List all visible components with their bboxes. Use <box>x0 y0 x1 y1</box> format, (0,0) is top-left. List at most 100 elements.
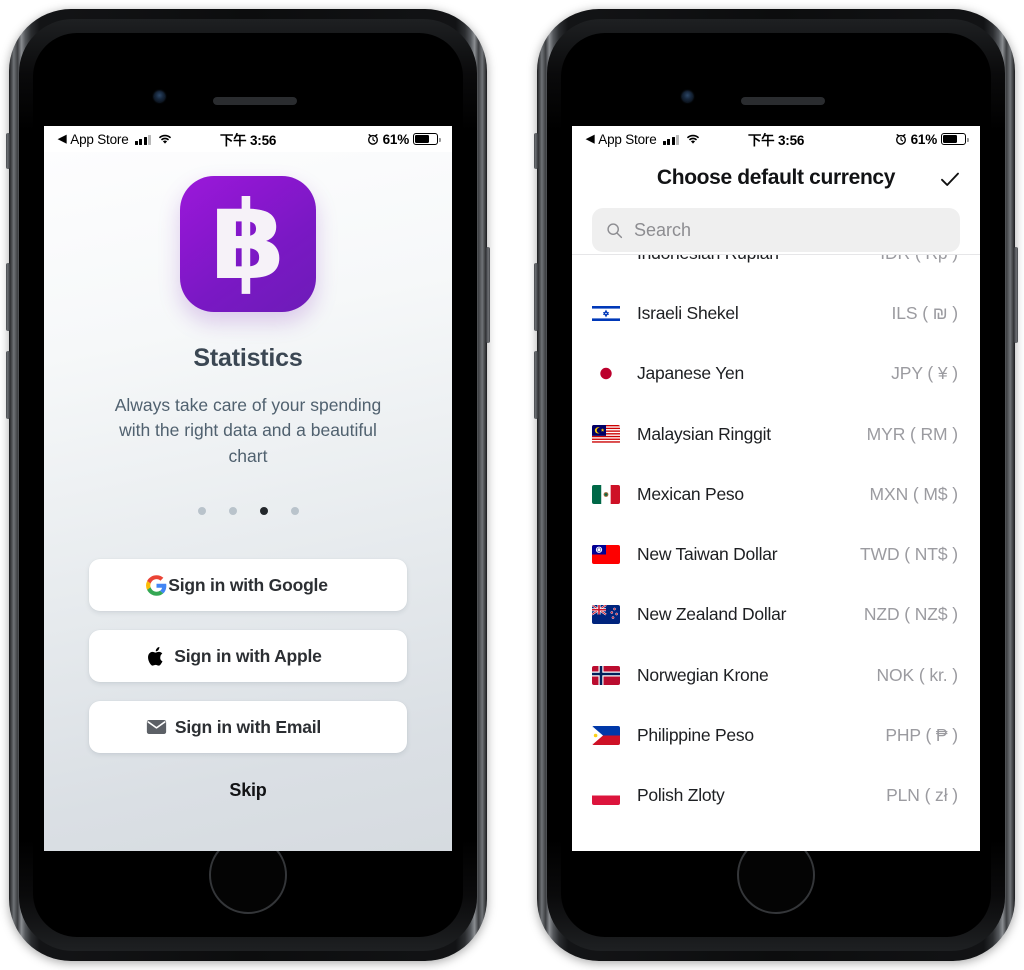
flag-pl-icon <box>592 786 620 806</box>
wifi-icon <box>157 133 173 145</box>
page-dot[interactable] <box>228 507 237 516</box>
currency-name: Philippine Peso <box>637 725 754 746</box>
flag-id-icon <box>592 255 620 263</box>
power-button[interactable] <box>1014 247 1018 343</box>
currency-code: JPY ( ¥ ) <box>891 363 958 384</box>
status-bar-back-to-app[interactable]: ◀ App Store <box>58 132 173 147</box>
google-icon <box>145 574 167 596</box>
apple-icon <box>145 645 167 667</box>
volume-up-button[interactable] <box>6 351 10 419</box>
flag-no-icon <box>592 665 620 685</box>
currency-name: Indonesian Rupiah <box>637 255 779 264</box>
currency-row-twd[interactable]: New Taiwan Dollar TWD ( NT$ ) <box>572 524 980 584</box>
baht-app-icon: ฿ <box>180 176 316 312</box>
skip-button[interactable]: Skip <box>229 780 266 801</box>
flag-tw-icon <box>592 545 620 565</box>
sign-in-with-email-label: Sign in with Email <box>174 716 322 737</box>
screenshot-stage: ◀ App Store 下午 3:56 61% ฿ Statistics Alw… <box>0 0 1024 970</box>
status-bar-left: ◀ App Store 下午 3:56 61% <box>44 126 452 152</box>
volume-up-button[interactable] <box>534 351 538 419</box>
currency-name: Polish Zloty <box>637 785 725 806</box>
battery-icon <box>941 133 969 145</box>
currency-row-ils[interactable]: Israeli Shekel ILS ( ₪ ) <box>572 283 980 343</box>
iphone-left-device: ◀ App Store 下午 3:56 61% ฿ Statistics Alw… <box>6 9 490 961</box>
checkmark-icon[interactable] <box>938 167 962 191</box>
battery-percent-label: 61% <box>910 131 938 147</box>
back-arrow-icon: ◀ <box>58 132 67 145</box>
page-subtitle: Always take care of your spending with t… <box>114 395 382 466</box>
mute-switch[interactable] <box>6 133 10 169</box>
page-dot[interactable] <box>197 507 206 516</box>
left-screen: ◀ App Store 下午 3:56 61% ฿ Statistics Alw… <box>44 126 452 851</box>
iphone-right-device: ◀ App Store 下午 3:56 61% Choose default c… <box>534 9 1018 961</box>
currency-row-jpy[interactable]: Japanese Yen JPY ( ¥ ) <box>572 344 980 404</box>
currency-code: ILS ( ₪ ) <box>891 302 959 323</box>
sign-in-with-email-button[interactable]: Sign in with Email <box>89 701 407 754</box>
wifi-icon <box>685 133 701 145</box>
search-icon <box>607 222 623 238</box>
currency-row-php[interactable]: Philippine Peso PHP ( ₱ ) <box>572 705 980 765</box>
currency-list[interactable]: Indonesian Rupiah IDR ( Rp ) Israeli She… <box>572 254 980 851</box>
front-camera-icon <box>682 91 693 102</box>
currency-row-idr[interactable]: Indonesian Rupiah IDR ( Rp ) <box>572 255 980 283</box>
page-title: Choose default currency <box>656 166 896 189</box>
sign-in-with-google-label: Sign in with Google <box>168 574 328 595</box>
flag-il-icon <box>592 303 620 323</box>
volume-down-button[interactable] <box>6 263 10 331</box>
flag-jp-icon <box>592 364 620 384</box>
currency-list-scroll: Indonesian Rupiah IDR ( Rp ) Israeli She… <box>572 255 980 826</box>
status-bar-right: 61% <box>367 131 441 147</box>
back-arrow-icon: ◀ <box>586 132 595 145</box>
back-app-label: App Store <box>598 131 657 147</box>
volume-down-button[interactable] <box>534 263 538 331</box>
currency-row-pln[interactable]: Polish Zloty PLN ( zł ) <box>572 766 980 826</box>
page-dot-active[interactable] <box>259 507 268 516</box>
earpiece-speaker <box>213 97 297 105</box>
currency-code: TWD ( NT$ ) <box>859 544 958 565</box>
power-button[interactable] <box>486 247 490 343</box>
earpiece-speaker <box>741 97 825 105</box>
currency-picker-page: Choose default currency Search Israeli S… <box>572 152 980 851</box>
currency-row-nok[interactable]: Norwegian Krone NOK ( kr. ) <box>572 645 980 705</box>
currency-name: Malaysian Ringgit <box>637 423 771 444</box>
currency-code: NZD ( NZ$ ) <box>863 604 958 625</box>
currency-row-myr[interactable]: Malaysian Ringgit MYR ( RM ) <box>572 404 980 464</box>
currency-name: Japanese Yen <box>637 363 744 384</box>
search-box[interactable] <box>592 208 960 252</box>
mute-switch[interactable] <box>534 133 538 169</box>
signin-button-stack: Sign in with Google Sign in with Apple S… <box>44 559 452 772</box>
flag-ph-icon <box>592 726 620 746</box>
currency-code: IDR ( Rp ) <box>880 255 958 264</box>
sign-in-with-apple-label: Sign in with Apple <box>174 645 322 666</box>
cellular-signal-icon <box>134 134 152 145</box>
battery-icon <box>413 133 441 145</box>
currency-name: New Taiwan Dollar <box>637 544 778 565</box>
back-app-label: App Store <box>70 131 129 147</box>
alarm-clock-icon <box>895 134 906 145</box>
currency-row-mxn[interactable]: Mexican Peso MXN ( M$ ) <box>572 464 980 524</box>
battery-percent-label: 61% <box>382 131 410 147</box>
right-screen: ◀ App Store 下午 3:56 61% Choose default c… <box>572 126 980 851</box>
currency-code: MYR ( RM ) <box>866 423 958 444</box>
envelope-icon <box>145 716 167 738</box>
currency-code: NOK ( kr. ) <box>876 664 958 685</box>
cellular-signal-icon <box>662 134 680 145</box>
sign-in-with-apple-button[interactable]: Sign in with Apple <box>89 630 407 683</box>
currency-code: PHP ( ₱ ) <box>885 725 958 746</box>
currency-row-nzd[interactable]: New Zealand Dollar NZD ( NZ$ ) <box>572 585 980 645</box>
search-input[interactable] <box>634 219 946 241</box>
flag-mx-icon <box>592 484 620 504</box>
status-bar-right: 61% <box>895 131 969 147</box>
currency-name: Norwegian Krone <box>637 664 769 685</box>
sign-in-with-google-button[interactable]: Sign in with Google <box>89 559 407 612</box>
baht-symbol-glyph: ฿ <box>210 179 286 304</box>
onboarding-page: ฿ Statistics Always take care of your sp… <box>44 152 452 851</box>
currency-name: New Zealand Dollar <box>637 604 787 625</box>
page-indicator-dots[interactable] <box>197 507 299 516</box>
page-title: Statistics <box>193 344 303 372</box>
status-bar-right-phone: ◀ App Store 下午 3:56 61% <box>572 126 980 152</box>
page-dot[interactable] <box>290 507 299 516</box>
status-bar-back-to-app[interactable]: ◀ App Store <box>586 132 701 147</box>
picker-header: Choose default currency <box>572 152 980 204</box>
alarm-clock-icon <box>367 134 378 145</box>
